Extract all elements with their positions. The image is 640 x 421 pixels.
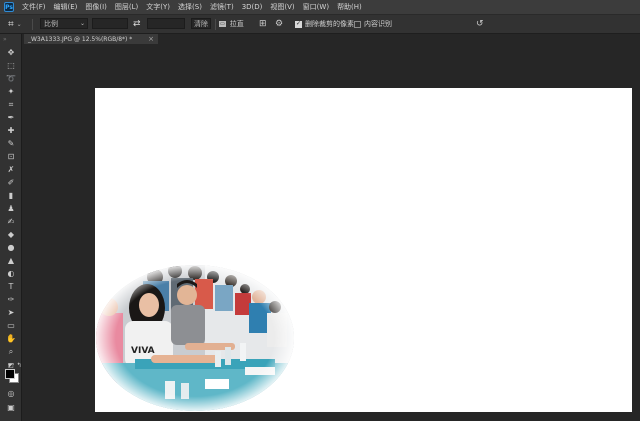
ratio-label: 比例 [44,19,58,28]
paint-bucket-tool-icon[interactable]: ◆ [5,230,17,240]
content-aware-label: 内容识别 [364,20,392,28]
hand-tool-icon[interactable]: ✋ [5,334,17,344]
overlay-grid-icon[interactable]: ⊞ [259,18,267,30]
mixer-brush-tool-icon[interactable]: ✍ [5,217,17,227]
menu-window[interactable]: 窗口(W) [303,2,329,12]
menu-edit[interactable]: 编辑(E) [54,2,78,12]
menu-select[interactable]: 选择(S) [178,2,202,12]
checkbox-unchecked-icon [354,20,361,28]
close-icon[interactable]: × [148,35,154,43]
foreground-color-swatch[interactable] [5,369,15,379]
eraser-tool-icon[interactable]: ✐ [5,178,17,188]
sharpen-tool-icon[interactable]: ▲ [5,256,17,266]
move-tool-icon[interactable]: ✥ [5,48,17,58]
checkbox-checked-icon: ✓ [295,20,302,28]
document-tab[interactable]: _W3A1333.JPG @ 12.5%(RGB/8*) * × [24,34,158,44]
menu-image[interactable]: 图像(I) [85,2,107,12]
menu-help[interactable]: 帮助(H) [337,2,362,12]
elliptical-photo-image: VIVA [96,265,294,411]
options-bar: ⌗ ⌄ 比例 ⌄ ⇄ 清除 ▭ 拉直 ⊞ ⚙ ✓ 删除裁剪的像素 内容识别 ↺ [0,14,640,34]
stamp-solid-tool-icon[interactable]: ♟ [5,204,17,214]
rectangle-tool-icon[interactable]: ▭ [5,321,17,331]
menu-bar: Ps 文件(F) 编辑(E) 图像(I) 图层(L) 文字(Y) 选择(S) 滤… [0,0,640,14]
lasso-tool-icon[interactable]: ➰ [5,74,17,84]
healing-brush-tool-icon[interactable]: ✚ [5,126,17,136]
crop-tool-icon[interactable]: ⌗ [5,100,17,110]
brush-tool-icon[interactable]: ✎ [5,139,17,149]
content-aware-checkbox[interactable]: 内容识别 [354,18,392,30]
marquee-tool-icon[interactable]: ⬚ [5,61,17,71]
pen-tool-icon[interactable]: ✑ [5,295,17,305]
menu-type[interactable]: 文字(Y) [146,2,170,12]
eyedropper-tool-icon[interactable]: ✒ [5,113,17,123]
menu-filter[interactable]: 滤镜(T) [210,2,234,12]
stamp-tool-icon[interactable]: ⊡ [5,152,17,162]
dodge-tool-icon[interactable]: ◐ [5,269,17,279]
photoshop-logo-icon: Ps [4,2,14,12]
height-field[interactable] [147,18,185,29]
straighten-button[interactable]: ▭ 拉直 [219,18,244,30]
width-field[interactable] [92,18,128,29]
clear-label: 清除 [194,19,208,28]
blur-tool-icon[interactable]: ● [5,243,17,253]
gear-icon[interactable]: ⚙ [275,18,283,30]
magic-wand-tool-icon[interactable]: ✦ [5,87,17,97]
document-tab-title: _W3A1333.JPG @ 12.5%(RGB/8*) * [28,35,133,43]
chevron-down-icon: ⌄ [79,20,85,27]
chevron-down-icon: ⌄ [16,20,22,28]
delete-cropped-label: 删除裁剪的像素 [305,20,354,28]
menu-file[interactable]: 文件(F) [22,2,46,12]
divider [215,19,216,30]
type-tool-icon[interactable]: T [5,282,17,292]
gradient-tool-icon[interactable]: ▮ [5,191,17,201]
document-canvas[interactable]: VIVA [95,88,632,412]
straighten-label: 拉直 [229,20,244,28]
menu-view[interactable]: 视图(V) [270,2,294,12]
delete-cropped-checkbox[interactable]: ✓ 删除裁剪的像素 [295,18,354,30]
history-brush-tool-icon[interactable]: ✗ [5,165,17,175]
swap-icon[interactable]: ⇄ [133,18,141,30]
menu-3d[interactable]: 3D(D) [242,3,263,11]
divider [32,19,33,30]
crop-icon: ⌗ [8,18,14,30]
ratio-dropdown[interactable]: 比例 ⌄ [40,18,88,29]
reset-icon[interactable]: ↺ [476,18,484,30]
menu-layer[interactable]: 图层(L) [115,2,138,12]
crop-tool-preset[interactable]: ⌗ ⌄ [8,18,22,30]
document-tab-bar: _W3A1333.JPG @ 12.5%(RGB/8*) * × [22,34,640,44]
quick-mask-icon[interactable]: ◎ [5,389,17,399]
panel-grip-icon[interactable]: » [3,36,7,43]
zoom-tool-icon[interactable]: ⌕ [5,347,17,357]
straighten-icon: ▭ [219,21,226,27]
clear-button[interactable]: 清除 [191,18,211,29]
path-selection-tool-icon[interactable]: ➤ [5,308,17,318]
screen-mode-icon[interactable]: ▣ [5,403,17,413]
